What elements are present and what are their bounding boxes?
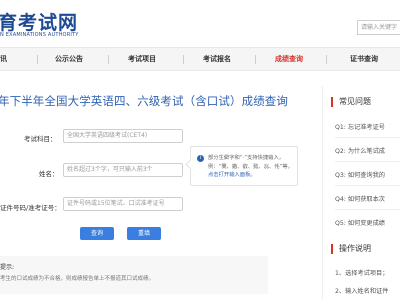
main-nav: 讯 公示公告 考试项目 考试报名 成绩查询 证书查询 <box>0 47 400 71</box>
section-marker <box>331 244 333 254</box>
faq-title: 常见问题 <box>339 97 371 106</box>
info-icon: i <box>197 155 204 162</box>
query-button[interactable]: 查询 <box>80 227 114 240</box>
faq-divider <box>335 137 400 138</box>
search-input[interactable]: 请输入关键字 <box>357 20 400 35</box>
site-logo-title[interactable]: 育考试网 <box>0 8 78 35</box>
section-marker <box>331 97 333 107</box>
faq-item[interactable]: Q2: 为什么笔试成 <box>335 146 385 155</box>
notice-text: 考生的口试成绩为不合格，则成绩报告单上不报道其口试成绩。 <box>0 276 155 282</box>
nav-divider <box>108 55 109 64</box>
nav-item-exam-programs[interactable]: 考试项目 <box>128 48 156 70</box>
name-field[interactable]: 姓名超过3个字，可只输入前3个 <box>63 163 183 177</box>
guide-title: 操作说明 <box>339 244 371 253</box>
notice-title: 提示: <box>0 264 15 271</box>
nav-divider <box>183 55 184 64</box>
faq-item[interactable]: Q1: 忘记准考证号 <box>335 122 385 131</box>
tooltip-arrow <box>185 159 196 170</box>
reset-button[interactable]: 重填 <box>127 227 161 240</box>
subject-label: 考试科目： <box>24 135 57 143</box>
site-header: 育考试网 N EXAMINATIONS AUTHORITY 请输入关键字 <box>0 0 400 47</box>
nav-item-announcements[interactable]: 公示公告 <box>55 48 83 70</box>
nav-item-news[interactable]: 讯 <box>0 48 7 70</box>
notice-box: 提示: 考生的口试成绩为不合格，则成绩报告单上不报道其口试成绩。 <box>0 256 268 294</box>
nav-item-registration[interactable]: 考试报名 <box>203 48 231 70</box>
name-label: 姓名： <box>39 170 59 178</box>
tooltip-text: 部分生僻字和“·”支持快捷输入，例：“龑、鍇、叡、懿、惢、𠇔”等， 点击打开输入面… <box>208 154 296 180</box>
faq-divider <box>335 161 400 162</box>
id-number-field[interactable]: 证件号码或15位笔试、口试准考证号 <box>63 197 183 211</box>
id-number-label: 证件号码/准考证号： <box>0 204 61 212</box>
nav-divider <box>37 55 38 64</box>
help-sidebar: 常见问题 Q1: 忘记准考证号 Q2: 为什么笔试成 Q3: 如何查询我的 Q4… <box>322 86 400 300</box>
nav-divider <box>255 55 256 64</box>
nav-item-certificate-query[interactable]: 证书查询 <box>350 48 378 70</box>
guide-step: 2、输入姓名和证件 <box>335 288 389 295</box>
faq-item[interactable]: Q3: 如何查询我的 <box>335 170 385 179</box>
page-title: 年下半年全国大学英语四、六级考试（含口试）成绩查询 <box>0 94 288 108</box>
faq-divider <box>335 209 400 210</box>
faq-divider <box>335 185 400 186</box>
nav-item-score-query[interactable]: 成绩查询 <box>275 48 303 70</box>
faq-item[interactable]: Q5: 如何变更成绩 <box>335 218 385 227</box>
faq-item[interactable]: Q4: 如何获取本次 <box>335 194 385 203</box>
open-input-panel-link[interactable]: 点击打开输入面板。 <box>208 172 256 178</box>
input-hint-tooltip: i 部分生僻字和“·”支持快捷输入，例：“龑、鍇、叡、懿、惢、𠇔”等， 点击打开输… <box>185 146 298 186</box>
guide-step: 1、选择考试项目； <box>335 270 389 277</box>
nav-divider <box>326 55 327 64</box>
tooltip-message: 部分生僻字和“·”支持快捷输入，例：“龑、鍇、叡、懿、惢、𠇔”等， <box>208 155 293 170</box>
subject-select[interactable]: 全国大学英语四级考试(CET4) <box>63 129 183 143</box>
site-logo-subtitle: N EXAMINATIONS AUTHORITY <box>0 32 79 38</box>
